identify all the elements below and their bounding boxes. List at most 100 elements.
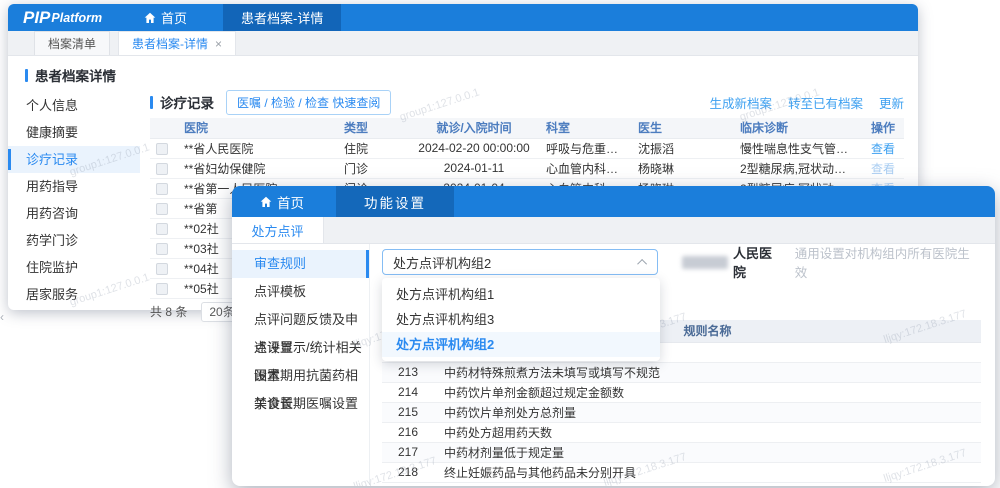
section-accent-bar <box>150 96 153 109</box>
dropdown-option-selected[interactable]: 处方点评机构组2 <box>382 332 660 357</box>
sidebar-item-medication-consult[interactable]: 用药咨询 <box>8 200 140 227</box>
app-logo: PIP Platform <box>8 4 126 31</box>
cell-diagnosis: 慢性喘息性支气管炎急性发... <box>734 138 862 158</box>
cell-doctor: 杨晓琳 <box>632 158 734 178</box>
col-type: 类型 <box>338 118 408 138</box>
function-settings-window: 首页 功能设置 处方点评 审查规则 点评模板 点评问题反馈及申述设置 点评显示/… <box>232 186 995 486</box>
logo-pip: PIP <box>23 8 50 28</box>
cell-diagnosis: 2型糖尿病,冠状动脉支架植入... <box>734 158 862 178</box>
sidebar-item-feedback-appeal[interactable]: 点评问题反馈及申述设置 <box>232 306 369 334</box>
tab-archive-list[interactable]: 档案清单 <box>34 31 110 55</box>
row-checkbox[interactable] <box>156 223 168 235</box>
sidebar-item-health-summary[interactable]: 健康摘要 <box>8 119 140 146</box>
transfer-archive-link[interactable]: 转至已有档案 <box>788 93 863 112</box>
row-checkbox[interactable] <box>156 243 168 255</box>
cell-department: 心血管内科门诊 <box>540 158 632 178</box>
settings-header: 首页 功能设置 <box>232 186 995 217</box>
settings-tab-bar: 处方点评 <box>232 217 995 244</box>
sidebar-item-review-template[interactable]: 点评模板 <box>232 278 369 306</box>
org-group-dropdown: 处方点评机构组1 处方点评机构组3 处方点评机构组2 <box>382 278 660 361</box>
quick-lookup-button[interactable]: 医嘱 / 检验 / 检查 快速查阅 <box>226 90 391 115</box>
rule-row[interactable]: 216 中药处方超用药天数 <box>382 422 981 442</box>
rule-row[interactable]: 218 终止妊娠药品与其他药品未分别开具 <box>382 462 981 482</box>
rule-id: 216 <box>382 422 434 442</box>
view-link[interactable]: 查看 <box>871 162 895 176</box>
cell-department: 呼吸与危重症医学科 <box>540 138 632 158</box>
tab-archive-list-label: 档案清单 <box>48 35 96 52</box>
logo-platform: Platform <box>51 11 102 25</box>
rule-row[interactable]: 215 中药饮片单剂处方总剂量 <box>382 402 981 422</box>
cell-time: 2024-01-11 <box>408 158 540 178</box>
settings-nav-home-label: 首页 <box>277 192 304 212</box>
sidebar-item-personal-info[interactable]: 个人信息 <box>8 92 140 119</box>
view-link[interactable]: 查看 <box>871 142 895 156</box>
generate-archive-link[interactable]: 生成新档案 <box>709 93 772 112</box>
nav-home[interactable]: 首页 <box>126 4 209 31</box>
rule-row[interactable]: 214 中药饮片单剂金额超过规定金额数 <box>382 382 981 402</box>
tab-patient-detail[interactable]: 患者档案-详情 × <box>118 31 236 55</box>
sidebar-item-pharmacy-clinic[interactable]: 药学门诊 <box>8 227 140 254</box>
rule-id: 213 <box>382 362 434 382</box>
cell-time: 2024-02-20 00:00:00 <box>408 138 540 158</box>
org-group-select[interactable]: 处方点评机构组2 <box>382 249 658 275</box>
table-row: **省人民医院 住院 2024-02-20 00:00:00 呼吸与危重症医学科… <box>150 138 904 158</box>
row-checkbox[interactable] <box>156 283 168 295</box>
org-group-value: 处方点评机构组2 <box>393 253 640 272</box>
col-diagnosis: 临床诊断 <box>734 118 862 138</box>
home-icon <box>144 12 156 24</box>
settings-sidebar: 审查规则 点评模板 点评问题反馈及申述设置 点评显示/统计相关设置 围术期用抗菌… <box>232 244 370 485</box>
rule-name: 终止妊娠药品与其他药品未分别开具 <box>434 462 981 482</box>
sidebar-item-treatment-records[interactable]: 诊疗记录 <box>8 146 140 173</box>
dropdown-option[interactable]: 处方点评机构组1 <box>382 282 660 307</box>
rule-row[interactable]: 213 中药材特殊煎煮方法未填写或填写不规范 <box>382 362 981 382</box>
rule-name: 中药饮片单剂处方总剂量 <box>434 402 981 422</box>
sidebar-item-perioperative-antibiotics[interactable]: 围术期用抗菌药相关设置 <box>232 362 369 390</box>
rule-name: 中药饮片单剂金额超过规定金额数 <box>434 382 981 402</box>
row-checkbox[interactable] <box>156 143 168 155</box>
rule-id: 218 <box>382 462 434 482</box>
cell-hospital: **省妇幼保健院 <box>178 158 338 178</box>
title-accent-bar <box>25 69 28 82</box>
update-link[interactable]: 更新 <box>879 93 904 112</box>
settings-nav-function[interactable]: 功能设置 <box>336 186 454 217</box>
cell-type: 门诊 <box>338 158 408 178</box>
settings-nav-home[interactable]: 首页 <box>232 186 330 217</box>
sidebar-item-home-service[interactable]: 居家服务 <box>8 281 140 308</box>
sidebar-item-display-stats[interactable]: 点评显示/统计相关设置 <box>232 334 369 362</box>
col-operation: 操作 <box>862 118 904 138</box>
screen: PIP Platform 首页 患者档案-详情 档案清单 患者档案-详情 × 患… <box>0 0 1000 488</box>
sidebar-item-review-rules[interactable]: 审查规则 <box>232 250 369 278</box>
row-checkbox[interactable] <box>156 203 168 215</box>
chevron-left-icon[interactable]: ‹ <box>0 310 4 324</box>
col-admission-time: 就诊/入院时间 <box>408 118 540 138</box>
col-hospital: 医院 <box>178 118 338 138</box>
sidebar-item-medication-guidance[interactable]: 用药指导 <box>8 173 140 200</box>
dropdown-option[interactable]: 处方点评机构组3 <box>382 307 660 332</box>
close-icon[interactable]: × <box>215 37 222 51</box>
rule-name: 中药处方超用药天数 <box>434 422 981 442</box>
rule-id: 215 <box>382 402 434 422</box>
nav-home-label: 首页 <box>161 8 187 27</box>
cell-hospital: **省人民医院 <box>178 138 338 158</box>
review-rules-panel: 处方点评机构组2 人民医院 通用设置对机构组内所有医院生效 规则名称 <box>370 244 995 485</box>
tab-prescription-review-label: 处方点评 <box>251 221 303 240</box>
row-checkbox[interactable] <box>156 183 168 195</box>
sidebar-item-inpatient-monitor[interactable]: 住院监护 <box>8 254 140 281</box>
table-row: **省妇幼保健院 门诊 2024-01-11 心血管内科门诊 杨晓琳 2型糖尿病… <box>150 158 904 178</box>
row-checkbox[interactable] <box>156 163 168 175</box>
profile-sidebar: 个人信息 健康摘要 诊疗记录 用药指导 用药咨询 药学门诊 住院监护 居家服务 … <box>8 88 140 310</box>
hospital-name: 人民医院 <box>733 243 785 281</box>
table-header-row: 医院 类型 就诊/入院时间 科室 医生 临床诊断 操作 <box>150 118 904 138</box>
rule-row[interactable]: 217 中药材剂量低于规定量 <box>382 442 981 462</box>
col-doctor: 医生 <box>632 118 734 138</box>
sidebar-item-fasting-orders[interactable]: 禁食长期医嘱设置 <box>232 390 369 418</box>
app-header: PIP Platform 首页 患者档案-详情 <box>8 4 918 31</box>
home-icon <box>260 196 272 208</box>
nav-patient-profile[interactable]: 患者档案-详情 <box>223 4 341 31</box>
row-checkbox[interactable] <box>156 263 168 275</box>
rule-id: 214 <box>382 382 434 402</box>
page-title: 患者档案详情 <box>35 65 116 85</box>
hospital-note: 通用设置对机构组内所有医院生效 <box>795 243 981 281</box>
tab-prescription-review[interactable]: 处方点评 <box>232 217 324 243</box>
page-title-row: 患者档案详情 <box>8 62 918 88</box>
